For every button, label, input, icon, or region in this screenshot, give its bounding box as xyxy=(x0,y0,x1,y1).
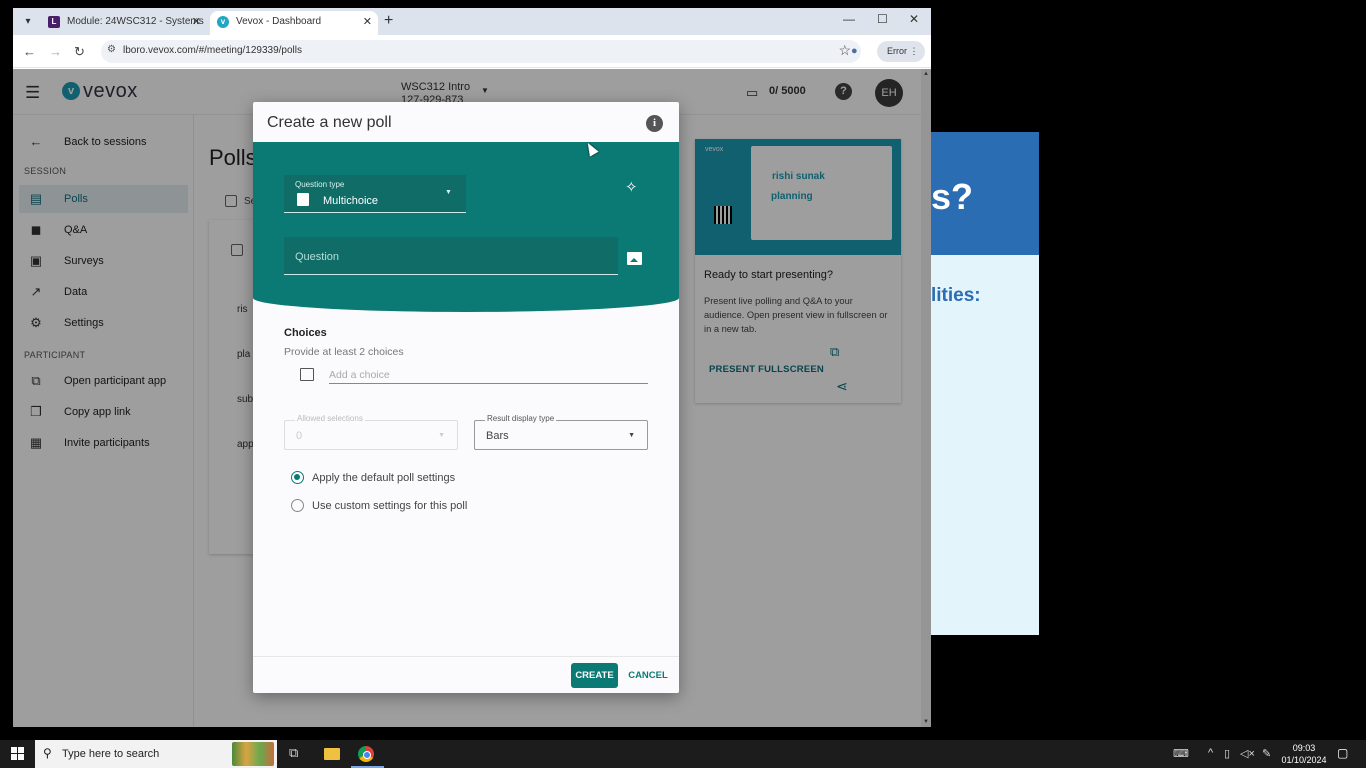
search-icon: ⚲ xyxy=(43,746,52,760)
question-header-panel: Question type Multichoice ▼ ✧ Question xyxy=(253,142,679,312)
url-text: lboro.vevox.com/#/meeting/129339/polls xyxy=(123,45,302,56)
tab-vevox-dashboard[interactable]: v Vevox - Dashboard ✕ xyxy=(210,11,378,35)
taskbar-search[interactable]: ⚲ Type here to search xyxy=(35,740,277,768)
keyboard-icon[interactable]: ⌨ xyxy=(1173,747,1189,760)
magic-wand-icon[interactable]: ✧ xyxy=(625,178,638,196)
question-type-value: Multichoice xyxy=(323,195,379,207)
moodle-favicon-icon: L xyxy=(48,16,60,28)
tab-search-icon[interactable]: ▾ xyxy=(19,13,37,31)
close-tab-icon[interactable]: ✕ xyxy=(192,11,201,33)
allowed-selections-label: Allowed selections xyxy=(295,414,365,423)
file-explorer-icon[interactable] xyxy=(324,748,340,760)
create-button[interactable]: CREATE xyxy=(571,663,618,688)
result-display-type-value: Bars xyxy=(486,430,509,442)
error-label: Error xyxy=(887,46,907,56)
new-tab-icon[interactable]: + xyxy=(384,12,393,30)
slide-subtitle-text: lities: xyxy=(931,285,981,306)
dialog-title: Create a new poll xyxy=(267,114,392,131)
omnibox[interactable]: ⚙ lboro.vevox.com/#/meeting/129339/polls… xyxy=(101,40,861,63)
multichoice-icon xyxy=(297,193,309,206)
back-icon[interactable]: ← xyxy=(23,44,36,59)
close-tab-icon[interactable]: ✕ xyxy=(363,11,372,33)
allowed-selections-value: 0 xyxy=(296,430,303,442)
tab-bar: ▾ L Module: 24WSC312 - Systems I ✕ v Vev… xyxy=(13,8,931,49)
question-image-icon[interactable] xyxy=(627,252,642,265)
cancel-button[interactable]: CANCEL xyxy=(625,663,671,688)
background-slide: s? lities: xyxy=(931,132,1039,635)
bookmark-star-icon[interactable]: ☆ xyxy=(838,42,851,59)
tab-title: Vevox - Dashboard xyxy=(236,16,322,27)
notifications-icon[interactable]: ▢ xyxy=(1337,746,1348,760)
vevox-favicon-icon: v xyxy=(217,16,229,28)
choice-image-icon[interactable] xyxy=(300,368,314,381)
maximize-icon[interactable]: ☐ xyxy=(877,12,888,26)
volume-muted-icon[interactable]: ◁× xyxy=(1240,747,1255,760)
search-placeholder: Type here to search xyxy=(62,748,160,760)
slide-question-text: s? xyxy=(931,176,974,217)
pen-icon[interactable]: ✎ xyxy=(1262,747,1271,760)
close-window-icon[interactable]: ✕ xyxy=(909,12,919,26)
reload-icon[interactable]: ↻ xyxy=(74,44,85,60)
chrome-icon[interactable] xyxy=(358,746,374,762)
default-settings-label[interactable]: Apply the default poll settings xyxy=(312,472,455,484)
question-input[interactable]: Question xyxy=(284,237,618,275)
add-choice-input[interactable]: Add a choice xyxy=(329,367,648,384)
clock-date[interactable]: 01/10/2024 xyxy=(1280,755,1328,765)
address-bar: ← → ↻ ⚙ lboro.vevox.com/#/meeting/129339… xyxy=(13,35,931,68)
forward-icon[interactable]: → xyxy=(49,44,62,59)
question-type-label: Question type xyxy=(295,180,345,189)
info-icon[interactable]: i xyxy=(646,115,663,132)
question-type-select[interactable]: Question type Multichoice ▼ xyxy=(284,175,466,213)
tab-module[interactable]: L Module: 24WSC312 - Systems I ✕ xyxy=(41,11,207,49)
chevron-down-icon: ▼ xyxy=(438,432,445,439)
windows-taskbar: ⚲ Type here to search ⧉ ⌨ ^ ▯ ◁× ✎ 09:03… xyxy=(0,740,1366,768)
choices-title: Choices xyxy=(284,327,327,339)
custom-settings-radio[interactable] xyxy=(291,499,304,512)
profile-icon[interactable]: ● xyxy=(851,45,858,57)
chevron-down-icon: ▼ xyxy=(628,432,635,439)
minimize-icon[interactable]: — xyxy=(843,12,855,26)
chevron-down-icon: ▼ xyxy=(445,189,452,196)
search-highlight-image xyxy=(232,742,274,766)
dialog-footer-divider xyxy=(253,656,679,657)
windows-start-icon[interactable] xyxy=(11,747,25,761)
error-menu-button[interactable]: Error ⋮ xyxy=(877,41,925,62)
site-info-icon[interactable]: ⚙ xyxy=(107,44,116,55)
default-settings-radio[interactable] xyxy=(291,471,304,484)
allowed-selections-select[interactable]: Allowed selections 0 ▼ xyxy=(284,414,458,450)
chevron-up-icon[interactable]: ^ xyxy=(1208,747,1213,759)
network-icon[interactable]: ▯ xyxy=(1224,747,1230,760)
result-display-type-label: Result display type xyxy=(485,414,557,423)
create-poll-dialog: Create a new poll i Question type Multic… xyxy=(253,102,679,693)
custom-settings-label[interactable]: Use custom settings for this poll xyxy=(312,500,467,512)
choice-placeholder: Add a choice xyxy=(329,369,390,381)
result-display-type-select[interactable]: Result display type Bars ▼ xyxy=(474,414,648,450)
choices-hint: Provide at least 2 choices xyxy=(284,346,404,358)
question-placeholder: Question xyxy=(295,251,340,263)
task-view-icon[interactable]: ⧉ xyxy=(289,745,298,761)
clock-time[interactable]: 09:03 xyxy=(1286,743,1322,753)
